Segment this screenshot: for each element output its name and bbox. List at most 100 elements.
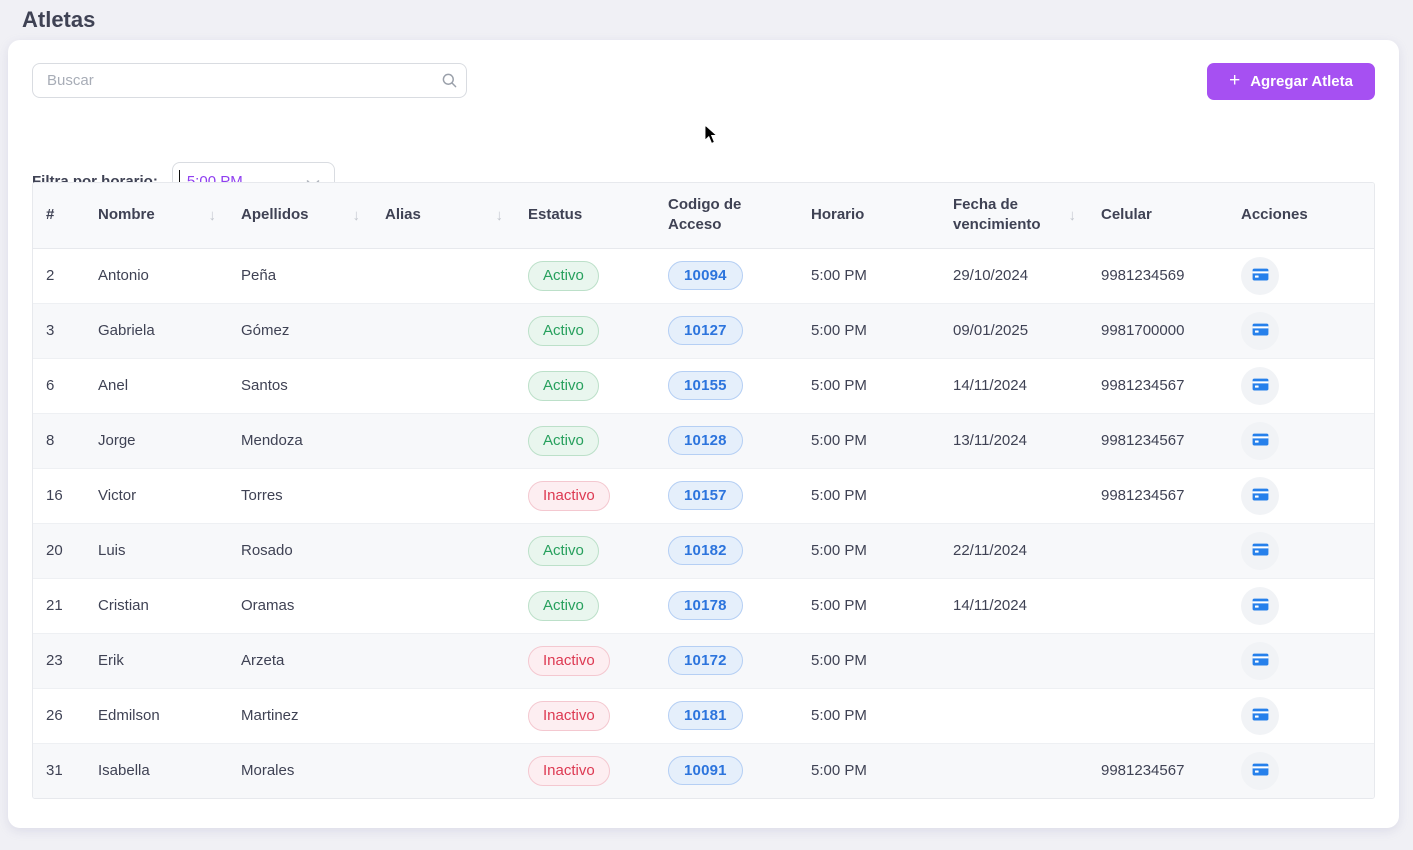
cell-horario: 5:00 PM: [798, 523, 940, 578]
cell-apellidos: Peña: [228, 248, 372, 303]
membership-card-button[interactable]: [1241, 642, 1279, 680]
sort-descending-icon[interactable]: ↓: [1069, 207, 1079, 224]
cell-celular: 9981234567: [1088, 413, 1228, 468]
cell-nombre: Luis: [85, 523, 228, 578]
cell-horario: 5:00 PM: [798, 578, 940, 633]
column-header-alias[interactable]: Alias ↓: [372, 183, 515, 248]
cell-vencimiento: 14/11/2024: [940, 578, 1088, 633]
access-code-badge: 10128: [668, 426, 743, 455]
membership-card-button[interactable]: [1241, 587, 1279, 625]
cell-apellidos: Oramas: [228, 578, 372, 633]
cell-celular: [1088, 578, 1228, 633]
cell-alias: [372, 523, 515, 578]
table-row: 20LuisRosadoActivo101825:00 PM22/11/2024: [33, 523, 1375, 578]
column-label-num: #: [46, 205, 54, 225]
cell-codigo: 10178: [655, 578, 798, 633]
status-badge: Inactivo: [528, 481, 610, 511]
membership-card-button[interactable]: [1241, 752, 1279, 790]
cell-horario: 5:00 PM: [798, 248, 940, 303]
access-code-badge: 10181: [668, 701, 743, 730]
cell-estatus: Inactivo: [515, 633, 655, 688]
cell-estatus: Activo: [515, 578, 655, 633]
status-badge: Activo: [528, 426, 599, 456]
cell-codigo: 10182: [655, 523, 798, 578]
cell-nombre: Cristian: [85, 578, 228, 633]
cell-num: 16: [33, 468, 85, 523]
credit-card-icon: [1251, 430, 1270, 452]
column-label-vencimiento: Fecha de vencimiento: [953, 195, 1069, 236]
cell-celular: 9981234567: [1088, 468, 1228, 523]
cell-estatus: Activo: [515, 523, 655, 578]
cell-codigo: 10172: [655, 633, 798, 688]
cell-horario: 5:00 PM: [798, 358, 940, 413]
table-row: 31IsabellaMoralesInactivo100915:00 PM998…: [33, 743, 1375, 798]
membership-card-button[interactable]: [1241, 257, 1279, 295]
cell-celular: 9981234567: [1088, 358, 1228, 413]
content-card: + Agregar Atleta Filtra por horario: 5:0…: [8, 40, 1399, 828]
cell-codigo: 10091: [655, 743, 798, 798]
credit-card-icon: [1251, 540, 1270, 562]
membership-card-button[interactable]: [1241, 532, 1279, 570]
sort-descending-icon[interactable]: ↓: [353, 207, 363, 224]
column-header-num: #: [33, 183, 85, 248]
credit-card-icon: [1251, 650, 1270, 672]
access-code-badge: 10172: [668, 646, 743, 675]
cell-vencimiento: [940, 688, 1088, 743]
add-athlete-button[interactable]: + Agregar Atleta: [1207, 63, 1375, 100]
column-label-nombre: Nombre: [98, 205, 155, 225]
status-badge: Activo: [528, 536, 599, 566]
cell-celular: 9981700000: [1088, 303, 1228, 358]
credit-card-icon: [1251, 595, 1270, 617]
membership-card-button[interactable]: [1241, 477, 1279, 515]
search-icon: [432, 72, 466, 89]
cell-num: 26: [33, 688, 85, 743]
sort-descending-icon[interactable]: ↓: [209, 207, 219, 224]
table-header-row: #Nombre↓Apellidos↓Alias↓EstatusCodigo de…: [33, 183, 1375, 248]
cell-estatus: Activo: [515, 248, 655, 303]
cell-alias: [372, 248, 515, 303]
credit-card-icon: [1251, 265, 1270, 287]
access-code-badge: 10157: [668, 481, 743, 510]
cell-estatus: Inactivo: [515, 743, 655, 798]
cell-apellidos: Torres: [228, 468, 372, 523]
table-row: 21CristianOramasActivo101785:00 PM14/11/…: [33, 578, 1375, 633]
cell-alias: [372, 468, 515, 523]
cell-vencimiento: 13/11/2024: [940, 413, 1088, 468]
membership-card-button[interactable]: [1241, 312, 1279, 350]
status-badge: Activo: [528, 316, 599, 346]
column-header-vencimiento[interactable]: Fecha de vencimiento↓: [940, 183, 1088, 248]
column-label-alias: Alias: [385, 205, 421, 225]
cell-estatus: Activo: [515, 358, 655, 413]
cell-estatus: Inactivo: [515, 468, 655, 523]
column-header-estatus: Estatus: [515, 183, 655, 248]
column-label-apellidos: Apellidos: [241, 205, 309, 225]
search-box[interactable]: [32, 63, 467, 98]
sort-descending-icon[interactable]: ↓: [496, 207, 506, 224]
cell-celular: 9981234567: [1088, 743, 1228, 798]
membership-card-button[interactable]: [1241, 422, 1279, 460]
column-header-apellidos[interactable]: Apellidos ↓: [228, 183, 372, 248]
cell-nombre: Antonio: [85, 248, 228, 303]
column-header-nombre[interactable]: Nombre ↓: [85, 183, 228, 248]
access-code-badge: 10178: [668, 591, 743, 620]
cell-vencimiento: [940, 633, 1088, 688]
cell-vencimiento: 22/11/2024: [940, 523, 1088, 578]
status-badge: Activo: [528, 371, 599, 401]
access-code-badge: 10091: [668, 756, 743, 785]
access-code-badge: 10127: [668, 316, 743, 345]
cell-estatus: Activo: [515, 413, 655, 468]
cell-horario: 5:00 PM: [798, 633, 940, 688]
cell-vencimiento: [940, 743, 1088, 798]
table-row: 8JorgeMendozaActivo101285:00 PM13/11/202…: [33, 413, 1375, 468]
cell-num: 2: [33, 248, 85, 303]
table-row: 6AnelSantosActivo101555:00 PM14/11/20249…: [33, 358, 1375, 413]
cell-codigo: 10127: [655, 303, 798, 358]
cell-acciones: [1228, 743, 1375, 798]
status-badge: Inactivo: [528, 701, 610, 731]
cell-apellidos: Arzeta: [228, 633, 372, 688]
membership-card-button[interactable]: [1241, 697, 1279, 735]
membership-card-button[interactable]: [1241, 367, 1279, 405]
cell-vencimiento: [940, 468, 1088, 523]
search-input[interactable]: [33, 72, 432, 89]
cell-acciones: [1228, 413, 1375, 468]
